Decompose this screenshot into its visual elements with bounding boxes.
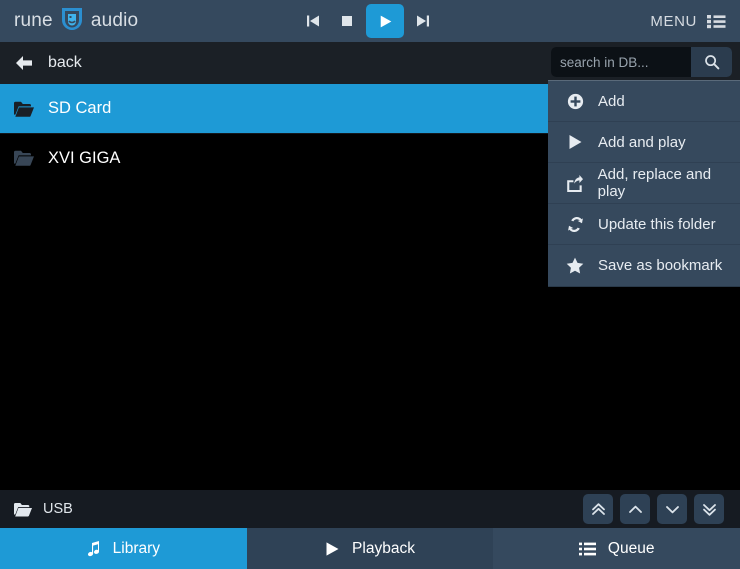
next-track-button[interactable] xyxy=(408,6,438,36)
arrow-left-icon xyxy=(14,54,34,72)
brand-name-right: audio xyxy=(90,10,139,31)
list-item-label: SD Card xyxy=(48,99,112,117)
back-button-label: back xyxy=(48,54,82,71)
chevron-up-icon xyxy=(628,502,643,517)
menu-item-update-this-folder[interactable]: Update this folder xyxy=(548,204,740,245)
menu-item-label: Update this folder xyxy=(598,215,716,233)
previous-track-button[interactable] xyxy=(298,6,328,36)
tab-label: Queue xyxy=(607,539,655,557)
folder-open-icon xyxy=(14,502,32,517)
menu-item-label: Add and play xyxy=(598,133,686,151)
play-icon xyxy=(377,13,394,30)
list-item-label: XVI GIGA xyxy=(48,148,121,167)
bottom-tab-bar: Library Playback Queue xyxy=(0,528,740,569)
menu-item-label: Add, replace and play xyxy=(597,166,712,200)
chevron-double-up-icon xyxy=(591,502,606,517)
brand-logo[interactable]: rune audio xyxy=(14,0,138,42)
play-icon xyxy=(325,541,340,557)
scroll-bottom-button[interactable] xyxy=(694,494,724,524)
menu-item-add-and-play[interactable]: Add and play xyxy=(548,122,740,163)
folder-open-icon xyxy=(14,101,34,117)
menu-button-label: MENU xyxy=(650,12,697,30)
music-note-icon xyxy=(87,540,101,557)
transport-controls xyxy=(298,0,438,42)
search-box xyxy=(551,47,732,77)
folder-open-icon xyxy=(14,150,34,166)
current-location: USB xyxy=(14,501,73,517)
refresh-icon xyxy=(566,216,584,233)
search-submit-button[interactable] xyxy=(691,47,732,77)
list-icon xyxy=(578,542,596,556)
menu-item-add-replace-and-play[interactable]: Add, replace and play xyxy=(548,163,740,204)
menu-item-save-as-bookmark[interactable]: Save as bookmark xyxy=(548,245,740,286)
scroll-up-button[interactable] xyxy=(620,494,650,524)
menu-item-add[interactable]: Add xyxy=(548,81,740,122)
tab-queue[interactable]: Queue xyxy=(493,528,740,569)
context-menu: Add Add and play Add, replace and play U… xyxy=(548,80,740,287)
tab-label: Library xyxy=(112,539,161,557)
scroll-down-button[interactable] xyxy=(657,494,687,524)
scroll-controls xyxy=(583,494,724,524)
plus-circle-icon xyxy=(566,93,584,110)
search-icon xyxy=(704,54,720,70)
stop-icon xyxy=(339,13,355,29)
list-menu-icon xyxy=(707,14,726,29)
play-icon xyxy=(566,134,584,150)
scroll-top-button[interactable] xyxy=(583,494,613,524)
tab-label: Playback xyxy=(352,539,415,557)
share-arrow-icon xyxy=(566,174,584,192)
play-button[interactable] xyxy=(366,4,404,38)
runeaudio-logo-icon xyxy=(60,6,84,37)
current-location-label: USB xyxy=(43,501,73,517)
runeaudio-app: rune audio MENU back SD Card XVI GIGA se… xyxy=(0,0,740,569)
tab-playback[interactable]: Playback xyxy=(246,528,494,569)
brand-name-left: rune xyxy=(14,10,53,31)
previous-track-icon xyxy=(305,13,321,29)
next-track-icon xyxy=(415,13,431,29)
chevron-down-icon xyxy=(665,502,680,517)
stop-button[interactable] xyxy=(332,6,362,36)
menu-item-label: Save as bookmark xyxy=(598,257,723,274)
status-footer: USB xyxy=(0,490,740,528)
top-header: rune audio MENU xyxy=(0,0,740,42)
back-button[interactable]: back xyxy=(14,54,82,72)
menu-button[interactable]: MENU xyxy=(650,0,726,42)
search-input[interactable] xyxy=(551,47,691,77)
chevron-double-down-icon xyxy=(702,502,717,517)
tab-library[interactable]: Library xyxy=(0,528,247,569)
star-icon xyxy=(566,257,584,274)
menu-item-label: Add xyxy=(598,92,625,110)
